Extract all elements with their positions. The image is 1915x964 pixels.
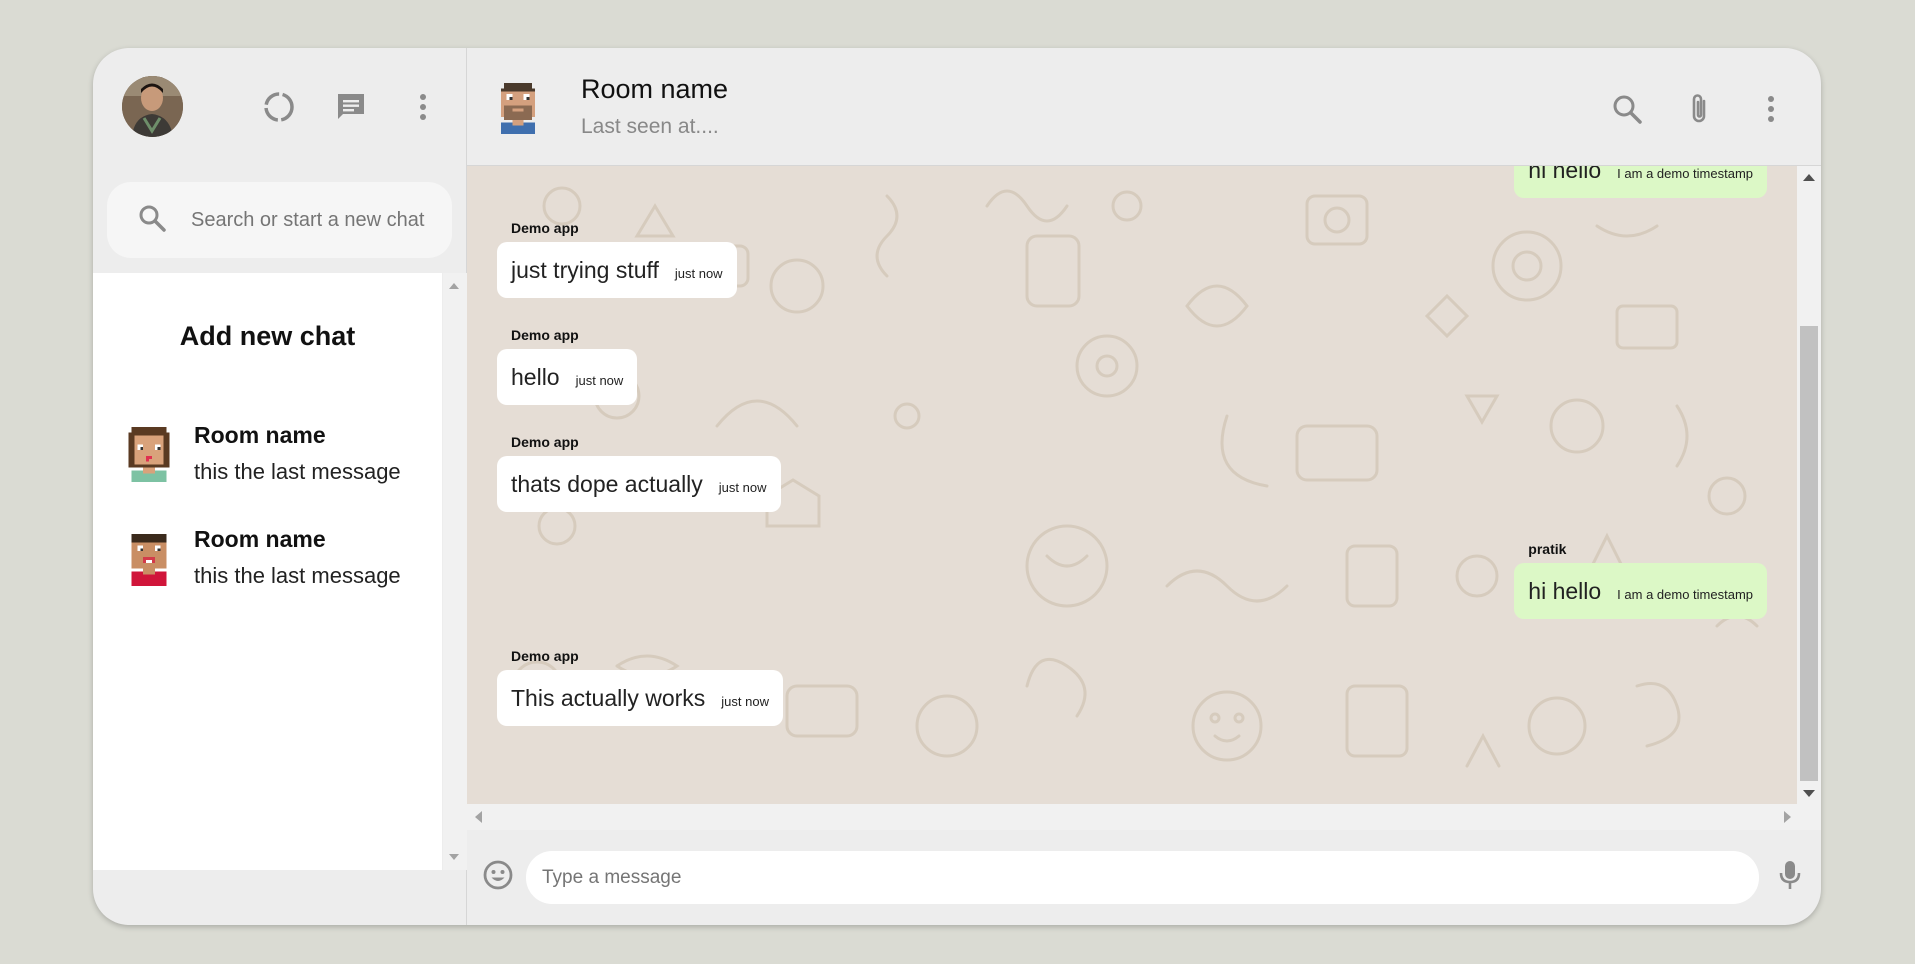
user-avatar[interactable] — [122, 76, 183, 137]
message-sender: Demo app — [511, 327, 579, 343]
message-composer — [467, 830, 1821, 925]
message-input[interactable] — [526, 851, 1759, 904]
room-title: Room name — [581, 74, 729, 104]
message-timestamp: just now — [721, 694, 769, 709]
add-new-chat[interactable]: Add new chat — [93, 273, 442, 401]
message-sender: Demo app — [511, 220, 579, 236]
chat-list: Add new chat Room name this the last mes… — [93, 273, 467, 870]
message-received: Demo app hello just now — [497, 327, 638, 405]
room-avatar — [128, 426, 170, 482]
search-input[interactable] — [191, 208, 441, 232]
emoji-icon[interactable] — [482, 859, 514, 896]
message-bubble: hello just now — [497, 349, 638, 405]
chat-panel: Room name Last seen at.... hi hello I am… — [467, 48, 1821, 925]
message-text: This actually works — [511, 685, 706, 711]
status-icon[interactable] — [243, 84, 315, 130]
sidebar-search-container — [93, 165, 466, 273]
message-sender: pratik — [1528, 541, 1567, 557]
message-sender: Demo app — [511, 434, 579, 450]
message-area-horizontal-scrollbar[interactable] — [467, 804, 1821, 830]
chat-list-item[interactable]: Room name this the last message — [93, 401, 442, 505]
sidebar-header — [93, 48, 466, 165]
message-received: Demo app just trying stuff just now — [497, 220, 737, 298]
message-sent: hi hello I am a demo timestamp — [1514, 166, 1767, 198]
sidebar: Add new chat Room name t — [93, 48, 467, 925]
scroll-right-arrow[interactable] — [1784, 811, 1791, 823]
message-area[interactable]: hi hello I am a demo timestamp Demo app … — [467, 166, 1821, 804]
message-timestamp: I am a demo timestamp — [1617, 587, 1753, 602]
message-bubble: This actually works just now — [497, 670, 783, 726]
chat-list-item-name: Room name — [194, 525, 326, 552]
message-text: hello — [511, 364, 560, 390]
chat-list-item-info: Room name this the last message — [194, 422, 401, 485]
message-sender: Demo app — [511, 648, 579, 664]
scrollbar-thumb[interactable] — [1800, 326, 1818, 781]
more-vert-icon[interactable] — [1749, 86, 1793, 132]
chat-icon[interactable] — [315, 84, 387, 130]
room-last-seen: Last seen at.... — [581, 115, 719, 138]
chat-list-item-info: Room name this the last message — [194, 526, 401, 589]
room-avatar — [131, 533, 167, 586]
chat-list-scrollbar[interactable] — [443, 273, 467, 870]
room-avatar[interactable] — [495, 80, 541, 134]
room-info: Room name Last seen at.... — [581, 74, 728, 139]
sidebar-search — [107, 182, 452, 258]
message-timestamp: just now — [575, 373, 624, 388]
message-text: just trying stuff — [511, 257, 659, 283]
message-text: thats dope actually — [511, 471, 703, 497]
scroll-left-arrow[interactable] — [475, 811, 482, 823]
chat-list-item-last-message: this the last message — [194, 562, 401, 588]
chat-list-item[interactable]: Room name this the last message — [93, 505, 442, 609]
message-area-vertical-scrollbar[interactable] — [1797, 166, 1821, 804]
message-sent: pratik hi hello I am a demo timestamp — [1514, 541, 1767, 619]
search-icon[interactable] — [1605, 86, 1649, 132]
message-bubble: just trying stuff just now — [497, 242, 737, 298]
chat-header: Room name Last seen at.... — [467, 48, 1821, 166]
message-text: hi hello — [1528, 578, 1602, 604]
message-received: Demo app thats dope actually just now — [497, 434, 781, 512]
chat-list-item-name: Room name — [194, 421, 326, 448]
message-timestamp: just now — [718, 480, 767, 495]
app-window: Add new chat Room name t — [93, 48, 1821, 925]
search-icon — [137, 203, 167, 238]
message-bubble: thats dope actually just now — [497, 456, 781, 512]
chat-list-item-last-message: this the last message — [194, 458, 401, 484]
message-bubble: hi hello I am a demo timestamp — [1514, 563, 1767, 619]
mic-icon[interactable] — [1779, 859, 1801, 896]
more-vert-icon[interactable] — [387, 84, 459, 130]
attach-icon[interactable] — [1677, 86, 1721, 132]
sidebar-header-icons — [243, 84, 459, 130]
message-timestamp: just now — [674, 266, 723, 281]
message-received: Demo app This actually works just now — [497, 648, 783, 726]
scroll-down-arrow[interactable] — [1803, 790, 1815, 797]
message-text: hi hello — [1528, 166, 1602, 183]
message-bubble: hi hello I am a demo timestamp — [1514, 166, 1767, 198]
chat-header-icons — [1605, 86, 1793, 132]
message-timestamp: I am a demo timestamp — [1617, 166, 1753, 181]
scroll-up-arrow[interactable] — [1803, 174, 1815, 181]
